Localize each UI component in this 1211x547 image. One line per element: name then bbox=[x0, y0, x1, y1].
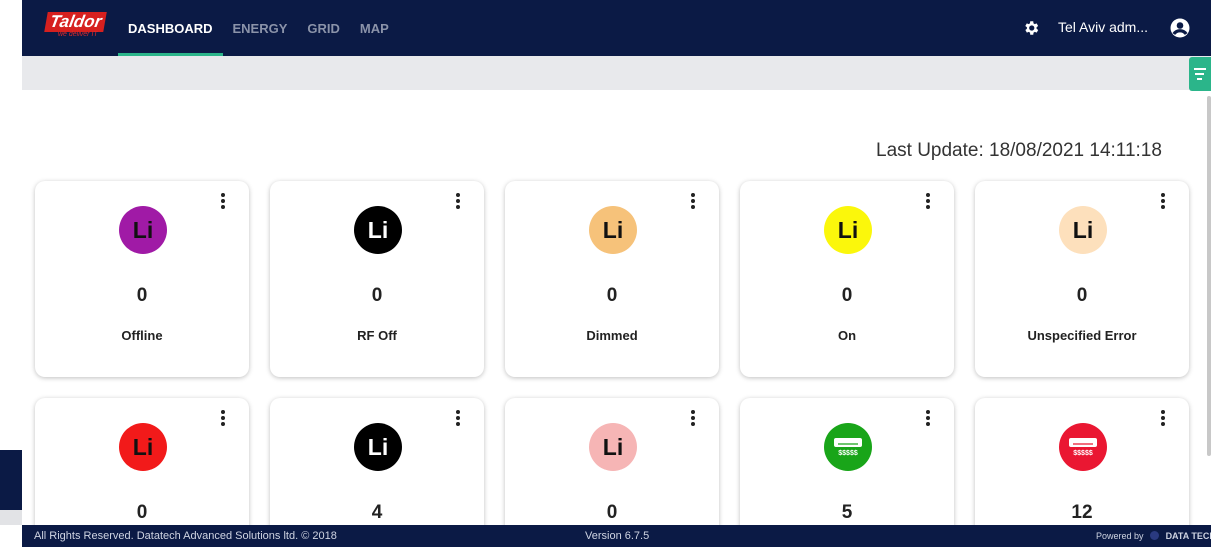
card-count: 0 bbox=[606, 502, 618, 523]
status-card[interactable]: $$$$$ 12 bbox=[975, 398, 1189, 538]
main-nav: DASHBOARD ENERGY GRID MAP bbox=[118, 0, 399, 56]
light-status-icon: Li bbox=[1059, 206, 1107, 254]
user-avatar-icon[interactable] bbox=[1170, 18, 1190, 38]
logo-tagline: we deliver IT bbox=[58, 31, 98, 38]
card-count: 4 bbox=[371, 502, 383, 523]
card-label: Dimmed bbox=[586, 328, 638, 343]
card-count: 0 bbox=[136, 285, 148, 306]
status-card[interactable]: Li 4 bbox=[270, 398, 484, 538]
status-card[interactable]: Li 0 On bbox=[740, 181, 954, 377]
tab-grid[interactable]: GRID bbox=[297, 0, 350, 56]
card-label: Unspecified Error bbox=[1027, 328, 1137, 343]
powered-by-label: Powered by bbox=[1096, 531, 1144, 541]
light-status-icon: Li bbox=[824, 206, 872, 254]
card-label: RF Off bbox=[357, 328, 397, 343]
taldor-logo[interactable]: Taldor we deliver IT bbox=[44, 12, 122, 42]
card-menu-icon[interactable] bbox=[1159, 410, 1167, 426]
tab-dashboard[interactable]: DASHBOARD bbox=[118, 0, 223, 56]
user-name[interactable]: Tel Aviv adm... bbox=[1058, 19, 1148, 35]
status-card[interactable]: Li 0 bbox=[505, 398, 719, 538]
footer: All Rights Reserved. Datatech Advanced S… bbox=[22, 525, 1211, 547]
datatech-logo-icon bbox=[1150, 531, 1160, 540]
tab-map[interactable]: MAP bbox=[350, 0, 399, 56]
card-menu-icon[interactable] bbox=[454, 410, 462, 426]
card-count: 5 bbox=[841, 502, 853, 523]
air-conditioner-icon: $$$$$ bbox=[1059, 423, 1107, 471]
light-status-icon: Li bbox=[119, 206, 167, 254]
status-card[interactable]: Li 0 Dimmed bbox=[505, 181, 719, 377]
air-conditioner-icon: $$$$$ bbox=[824, 423, 872, 471]
card-count: 0 bbox=[606, 285, 618, 306]
card-menu-icon[interactable] bbox=[454, 193, 462, 209]
card-menu-icon[interactable] bbox=[689, 193, 697, 209]
version-text: Version 6.7.5 bbox=[585, 530, 650, 542]
side-panel-edge bbox=[0, 450, 22, 510]
light-status-icon: Li bbox=[354, 206, 402, 254]
card-menu-icon[interactable] bbox=[689, 410, 697, 426]
light-status-icon: Li bbox=[119, 423, 167, 471]
card-menu-icon[interactable] bbox=[924, 193, 932, 209]
filter-bar bbox=[22, 56, 1211, 90]
light-status-icon: Li bbox=[589, 423, 637, 471]
status-card[interactable]: Li 0 Unspecified Error bbox=[975, 181, 1189, 377]
tab-energy[interactable]: ENERGY bbox=[223, 0, 298, 56]
light-status-icon: Li bbox=[354, 423, 402, 471]
card-label: On bbox=[837, 328, 857, 343]
top-navbar: Taldor we deliver IT DASHBOARD ENERGY GR… bbox=[22, 0, 1211, 56]
card-menu-icon[interactable] bbox=[219, 193, 227, 209]
copyright-text: All Rights Reserved. Datatech Advanced S… bbox=[34, 530, 337, 542]
side-panel-edge-light bbox=[0, 510, 22, 525]
card-menu-icon[interactable] bbox=[1159, 193, 1167, 209]
status-card[interactable]: $$$$$ 5 bbox=[740, 398, 954, 538]
powered-brand: DATA TECH bbox=[1165, 531, 1211, 541]
filter-toggle-button[interactable] bbox=[1189, 57, 1211, 91]
card-menu-icon[interactable] bbox=[219, 410, 227, 426]
gear-icon[interactable] bbox=[1022, 19, 1040, 37]
card-count: 12 bbox=[1071, 502, 1093, 523]
light-status-icon: Li bbox=[589, 206, 637, 254]
card-count: 0 bbox=[841, 285, 853, 306]
card-count: 0 bbox=[371, 285, 383, 306]
scrollbar[interactable] bbox=[1207, 96, 1211, 456]
powered-by: Powered by DATA TECH bbox=[1096, 531, 1211, 541]
logo-text: Taldor bbox=[44, 12, 108, 32]
status-card[interactable]: Li 0 Offline bbox=[35, 181, 249, 377]
svg-text:$$$$$: $$$$$ bbox=[838, 450, 858, 457]
status-card[interactable]: Li 0 bbox=[35, 398, 249, 538]
last-update-text: Last Update: 18/08/2021 14:11:18 bbox=[876, 140, 1162, 161]
card-label: Offline bbox=[121, 328, 163, 343]
card-count: 0 bbox=[1076, 285, 1088, 306]
svg-text:$$$$$: $$$$$ bbox=[1073, 450, 1093, 457]
status-card[interactable]: Li 0 RF Off bbox=[270, 181, 484, 377]
card-count: 0 bbox=[136, 502, 148, 523]
card-menu-icon[interactable] bbox=[924, 410, 932, 426]
